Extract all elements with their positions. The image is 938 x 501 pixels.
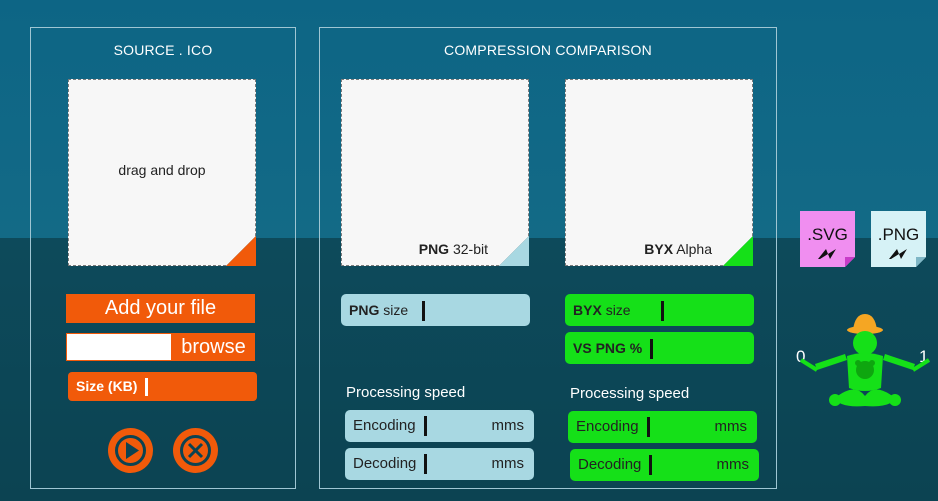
size-field: Size (KB): [68, 372, 257, 401]
close-icon: [180, 435, 211, 466]
play-icon: [115, 435, 146, 466]
add-file-button[interactable]: Add your file: [66, 294, 255, 323]
png-encoding-field: Encoding mms: [345, 410, 534, 442]
png-export-label: .PNG: [877, 225, 920, 244]
double-arrow-icon: [871, 247, 926, 265]
vs-png-field: VS PNG %: [565, 332, 754, 364]
byx-preview-label: BYX Alpha: [644, 241, 712, 257]
size-value-cursor: [145, 378, 149, 397]
page-fold-icon: [499, 236, 529, 266]
byx-encoding-cursor: [646, 417, 650, 438]
png-encoding-cursor: [423, 416, 427, 437]
png-preview-label: PNG 32-bit: [418, 241, 488, 257]
source-drop-zone[interactable]: drag and drop: [68, 79, 256, 266]
byx-decoding-cursor: [649, 455, 653, 476]
file-path-input[interactable]: [66, 333, 172, 361]
svg-export-label: .SVG: [807, 225, 848, 244]
browse-button[interactable]: browse: [172, 333, 255, 361]
vs-png-cursor: [650, 339, 654, 360]
export-png-button[interactable]: .PNG: [871, 211, 926, 267]
byx-size-cursor: [660, 301, 664, 322]
cancel-button[interactable]: [173, 428, 218, 473]
byx-processing-speed-title: Processing speed: [570, 385, 690, 402]
browse-row: browse: [66, 333, 255, 361]
png-size-cursor: [422, 301, 426, 322]
byx-preview: BYX Alpha: [565, 79, 753, 266]
page-fold-icon: [226, 236, 256, 266]
drop-zone-text: drag and drop: [118, 162, 206, 178]
double-arrow-icon: [800, 247, 855, 265]
png-size-field: PNG size: [341, 294, 530, 326]
page-fold-icon: [723, 236, 753, 266]
png-preview: PNG 32-bit: [341, 79, 529, 266]
mascot-icon: [799, 314, 931, 407]
comparison-panel-title: COMPRESSION COMPARISON: [444, 42, 652, 58]
byx-encoding-field: Encoding mms: [568, 411, 757, 443]
byx-decoding-field: Decoding mms: [570, 449, 759, 481]
png-processing-speed-title: Processing speed: [346, 384, 466, 401]
png-decoding-field: Decoding mms: [345, 448, 534, 480]
size-label: Size (KB): [76, 378, 138, 394]
png-decoding-cursor: [424, 454, 428, 475]
byx-size-field: BYX size: [565, 294, 754, 326]
export-svg-button[interactable]: .SVG: [800, 211, 855, 267]
play-button[interactable]: [108, 428, 153, 473]
source-panel-title: SOURCE . ICO: [113, 42, 213, 58]
